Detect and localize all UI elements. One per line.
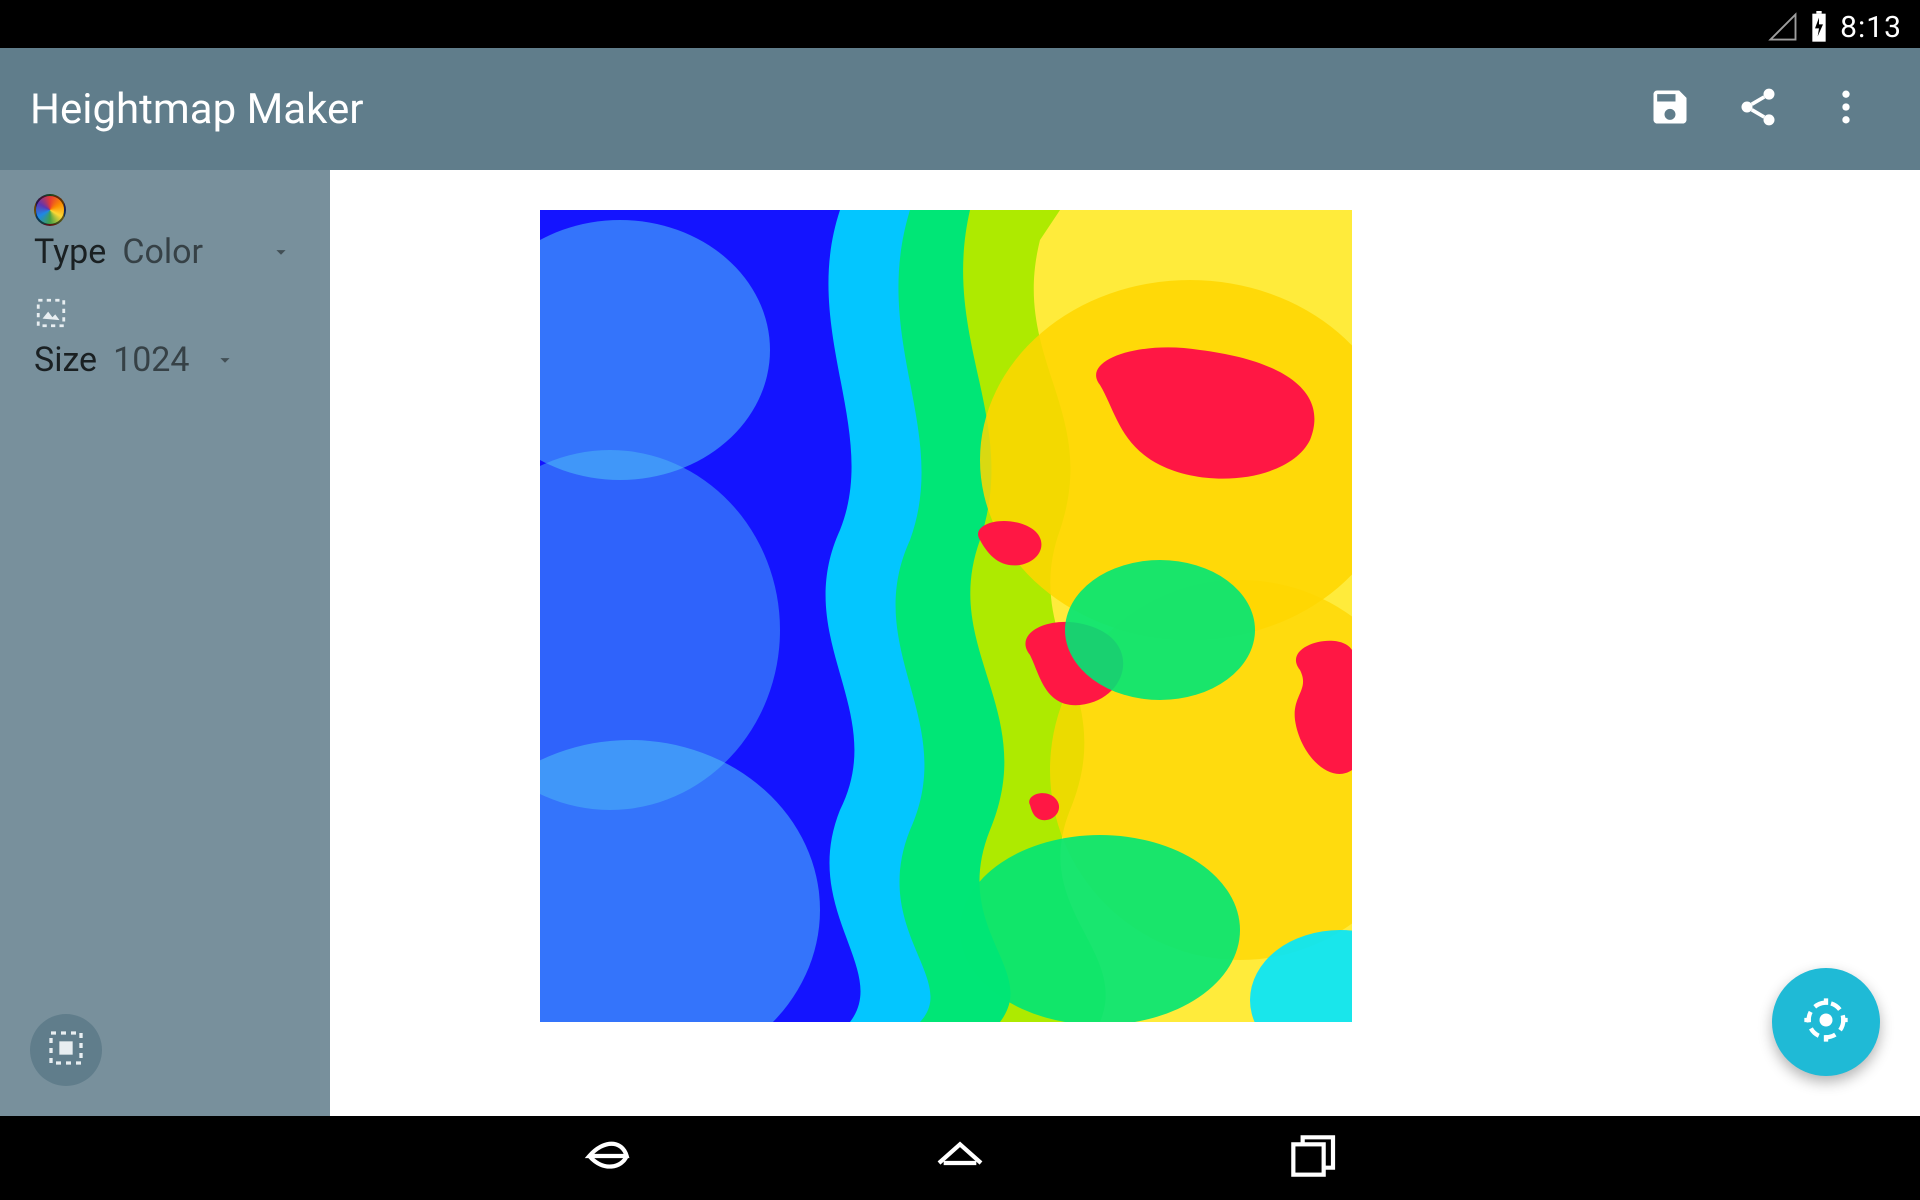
nav-recents-button[interactable] [1276, 1122, 1348, 1194]
battery-charging-icon [1810, 11, 1828, 43]
regenerate-button[interactable] [1772, 968, 1880, 1076]
nav-back-button[interactable] [572, 1122, 644, 1194]
sidebar-type-row[interactable]: Type Color [34, 194, 316, 272]
action-bar: Heightmap Maker [0, 48, 1920, 170]
recents-icon [1284, 1128, 1340, 1188]
overflow-menu-button[interactable] [1802, 65, 1890, 153]
overflow-menu-icon [1824, 85, 1868, 133]
select-all-icon [46, 1028, 86, 1072]
image-crop-icon [34, 296, 316, 334]
chevron-down-icon [214, 340, 236, 380]
canvas-area [330, 170, 1920, 1116]
status-bar: 8:13 [1768, 0, 1920, 48]
share-icon [1736, 85, 1780, 133]
share-button[interactable] [1714, 65, 1802, 153]
save-icon [1648, 85, 1692, 133]
save-button[interactable] [1626, 65, 1714, 153]
size-value: 1024 [113, 340, 189, 380]
type-label: Type [34, 232, 106, 272]
signal-empty-icon [1768, 12, 1798, 42]
app-title: Heightmap Maker [30, 85, 363, 134]
content-area: Type Color Size 1024 [0, 170, 1920, 1116]
size-label: Size [34, 340, 97, 380]
heightmap-preview [540, 210, 1352, 1022]
sidebar-size-row[interactable]: Size 1024 [34, 296, 316, 380]
sidebar: Type Color Size 1024 [0, 170, 330, 1116]
regenerate-icon [1800, 994, 1852, 1050]
select-all-button[interactable] [30, 1014, 102, 1086]
bezel-top [0, 0, 1920, 48]
android-nav-bar [0, 1116, 1920, 1200]
home-icon [932, 1128, 988, 1188]
back-icon [580, 1128, 636, 1188]
chevron-down-icon [270, 232, 292, 272]
status-clock: 8:13 [1840, 10, 1902, 45]
type-value: Color [122, 232, 203, 272]
nav-home-button[interactable] [924, 1122, 996, 1194]
color-wheel-icon [34, 194, 316, 226]
